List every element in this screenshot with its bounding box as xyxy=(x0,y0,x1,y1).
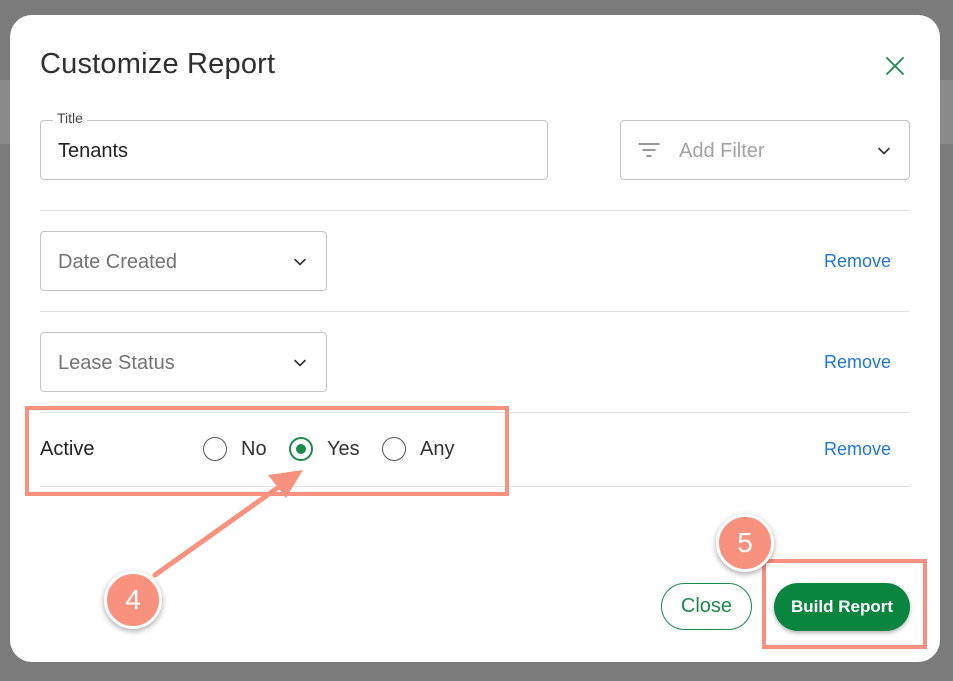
highlight-active-options xyxy=(25,406,509,496)
filter-dropdown-label: Date Created xyxy=(58,251,177,273)
chevron-down-icon xyxy=(294,359,306,367)
remove-active-link[interactable]: Remove xyxy=(824,439,891,460)
remove-date-created-link[interactable]: Remove xyxy=(824,251,891,272)
filter-dropdown-date-created[interactable]: Date Created xyxy=(40,231,327,291)
divider xyxy=(40,311,910,312)
chevron-down-icon xyxy=(878,147,890,155)
filter-icon xyxy=(638,143,660,157)
step-5-badge: 5 xyxy=(716,514,774,572)
filter-dropdown-label: Lease Status xyxy=(58,352,175,374)
dialog-title: Customize Report xyxy=(40,48,276,80)
add-filter-placeholder: Add Filter xyxy=(679,140,765,162)
title-field-value[interactable]: Tenants xyxy=(58,140,128,163)
filter-dropdown-lease-status[interactable]: Lease Status xyxy=(40,332,327,392)
title-field[interactable]: Title Tenants xyxy=(40,110,548,180)
remove-lease-status-link[interactable]: Remove xyxy=(824,352,891,373)
step-4-badge: 4 xyxy=(104,571,162,629)
title-field-label: Title xyxy=(53,110,87,126)
close-button[interactable]: Close xyxy=(661,583,752,630)
close-icon[interactable] xyxy=(883,54,907,78)
highlight-build-report xyxy=(762,559,927,649)
divider xyxy=(40,210,910,211)
chevron-down-icon xyxy=(294,258,306,266)
add-filter-select[interactable]: Add Filter xyxy=(620,120,910,180)
